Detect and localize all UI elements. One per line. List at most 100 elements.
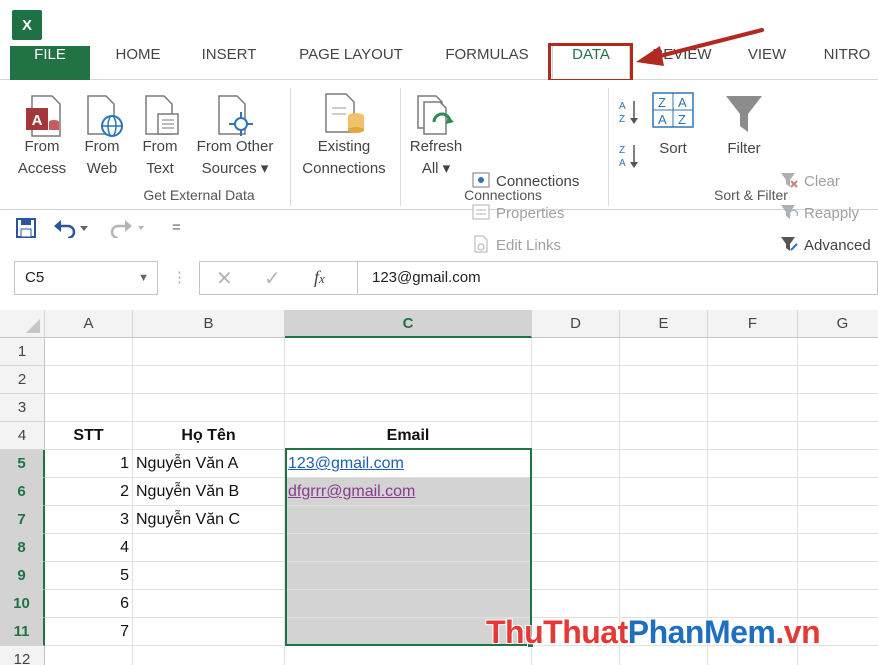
row-header-9[interactable]: 9 xyxy=(0,562,45,590)
column-header-f[interactable]: F xyxy=(708,310,798,338)
sort-dialog-icon[interactable]: ZAAZ xyxy=(652,92,694,132)
empty-cell[interactable] xyxy=(45,338,133,366)
name-box[interactable]: C5 ▼ xyxy=(14,261,158,295)
empty-cell[interactable] xyxy=(285,394,532,422)
select-all-corner[interactable] xyxy=(0,310,45,338)
empty-cell[interactable] xyxy=(532,338,620,366)
existing-connections-button[interactable]: Existing Connections xyxy=(294,136,394,180)
empty-cell[interactable] xyxy=(798,422,878,450)
cell-a7[interactable]: 3 xyxy=(45,506,133,534)
undo-icon[interactable] xyxy=(54,218,90,242)
chevron-down-icon[interactable]: ▼ xyxy=(138,262,149,294)
empty-cell[interactable] xyxy=(532,506,620,534)
empty-cell[interactable] xyxy=(133,394,285,422)
empty-cell[interactable] xyxy=(532,478,620,506)
empty-cell[interactable] xyxy=(708,338,798,366)
empty-cell[interactable] xyxy=(133,646,285,665)
cell-b4[interactable]: Họ Tên xyxy=(133,422,285,450)
cell-a8[interactable]: 4 xyxy=(45,534,133,562)
cell-c9[interactable] xyxy=(285,562,532,590)
cell-b10[interactable] xyxy=(133,590,285,618)
from-text-button[interactable]: From Text xyxy=(132,136,188,180)
empty-cell[interactable] xyxy=(45,366,133,394)
empty-cell[interactable] xyxy=(532,394,620,422)
cell-c4[interactable]: Email xyxy=(285,422,532,450)
row-header-1[interactable]: 1 xyxy=(0,338,45,366)
empty-cell[interactable] xyxy=(708,366,798,394)
empty-cell[interactable] xyxy=(620,450,708,478)
empty-cell[interactable] xyxy=(133,338,285,366)
empty-cell[interactable] xyxy=(285,366,532,394)
row-header-2[interactable]: 2 xyxy=(0,366,45,394)
cell-a5[interactable]: 1 xyxy=(45,450,133,478)
row-header-8[interactable]: 8 xyxy=(0,534,45,562)
empty-cell[interactable] xyxy=(708,534,798,562)
tab-page-layout[interactable]: PAGE LAYOUT xyxy=(284,46,418,80)
empty-cell[interactable] xyxy=(798,338,878,366)
empty-cell[interactable] xyxy=(798,366,878,394)
column-header-c[interactable]: C xyxy=(285,310,532,338)
empty-cell[interactable] xyxy=(620,506,708,534)
cell-b9[interactable] xyxy=(133,562,285,590)
empty-cell[interactable] xyxy=(798,534,878,562)
empty-cell[interactable] xyxy=(708,394,798,422)
existing-connections-icon[interactable] xyxy=(322,92,368,142)
cell-c5[interactable]: 123@gmail.com xyxy=(285,450,532,478)
column-header-d[interactable]: D xyxy=(532,310,620,338)
empty-cell[interactable] xyxy=(620,394,708,422)
empty-cell[interactable] xyxy=(532,422,620,450)
tab-formulas[interactable]: FORMULAS xyxy=(432,46,542,80)
cell-c8[interactable] xyxy=(285,534,532,562)
empty-cell[interactable] xyxy=(620,478,708,506)
row-header-3[interactable]: 3 xyxy=(0,394,45,422)
sort-z-to-a-icon[interactable]: ZA xyxy=(618,142,642,174)
row-header-4[interactable]: 4 xyxy=(0,422,45,450)
empty-cell[interactable] xyxy=(798,478,878,506)
empty-cell[interactable] xyxy=(798,394,878,422)
tab-nitro[interactable]: NITRO xyxy=(812,46,878,80)
sort-button[interactable]: Sort xyxy=(648,138,698,160)
sort-a-to-z-icon[interactable]: AZ xyxy=(618,98,642,130)
row-header-12[interactable]: 12 xyxy=(0,646,45,665)
formula-input[interactable]: 123@gmail.com xyxy=(357,261,878,295)
cell-a10[interactable]: 6 xyxy=(45,590,133,618)
tab-file[interactable]: FILE xyxy=(10,46,90,80)
empty-cell[interactable] xyxy=(708,450,798,478)
empty-cell[interactable] xyxy=(620,422,708,450)
empty-cell[interactable] xyxy=(708,562,798,590)
row-header-10[interactable]: 10 xyxy=(0,590,45,618)
empty-cell[interactable] xyxy=(620,534,708,562)
empty-cell[interactable] xyxy=(620,562,708,590)
tab-data[interactable]: DATA xyxy=(552,46,630,81)
customize-qat-button[interactable]: = xyxy=(172,219,181,236)
from-other-sources-button[interactable]: From Other Sources ▾ xyxy=(190,136,280,180)
column-header-g[interactable]: G xyxy=(798,310,878,338)
empty-cell[interactable] xyxy=(532,534,620,562)
cell-b5[interactable]: Nguyễn Văn A xyxy=(133,450,285,478)
empty-cell[interactable] xyxy=(133,366,285,394)
empty-cell[interactable] xyxy=(532,562,620,590)
empty-cell[interactable] xyxy=(708,478,798,506)
from-web-button[interactable]: From Web xyxy=(74,136,130,180)
cell-c7[interactable] xyxy=(285,506,532,534)
tab-insert[interactable]: INSERT xyxy=(190,46,268,80)
refresh-all-button[interactable]: Refresh All ▾ xyxy=(404,136,468,180)
cell-b7[interactable]: Nguyễn Văn C xyxy=(133,506,285,534)
row-header-6[interactable]: 6 xyxy=(0,478,45,506)
redo-icon[interactable] xyxy=(110,218,146,242)
cell-a9[interactable]: 5 xyxy=(45,562,133,590)
empty-cell[interactable] xyxy=(708,422,798,450)
cell-a4[interactable]: STT xyxy=(45,422,133,450)
empty-cell[interactable] xyxy=(798,450,878,478)
from-text-icon[interactable] xyxy=(142,94,182,142)
from-access-button[interactable]: From Access xyxy=(12,136,72,180)
cell-b8[interactable] xyxy=(133,534,285,562)
refresh-all-icon[interactable] xyxy=(414,92,460,142)
from-other-sources-icon[interactable] xyxy=(215,94,255,142)
empty-cell[interactable] xyxy=(620,366,708,394)
insert-function-icon[interactable]: fx xyxy=(314,267,325,288)
cell-b6[interactable]: Nguyễn Văn B xyxy=(133,478,285,506)
filter-funnel-icon[interactable] xyxy=(724,94,764,138)
empty-cell[interactable] xyxy=(45,394,133,422)
column-header-e[interactable]: E xyxy=(620,310,708,338)
